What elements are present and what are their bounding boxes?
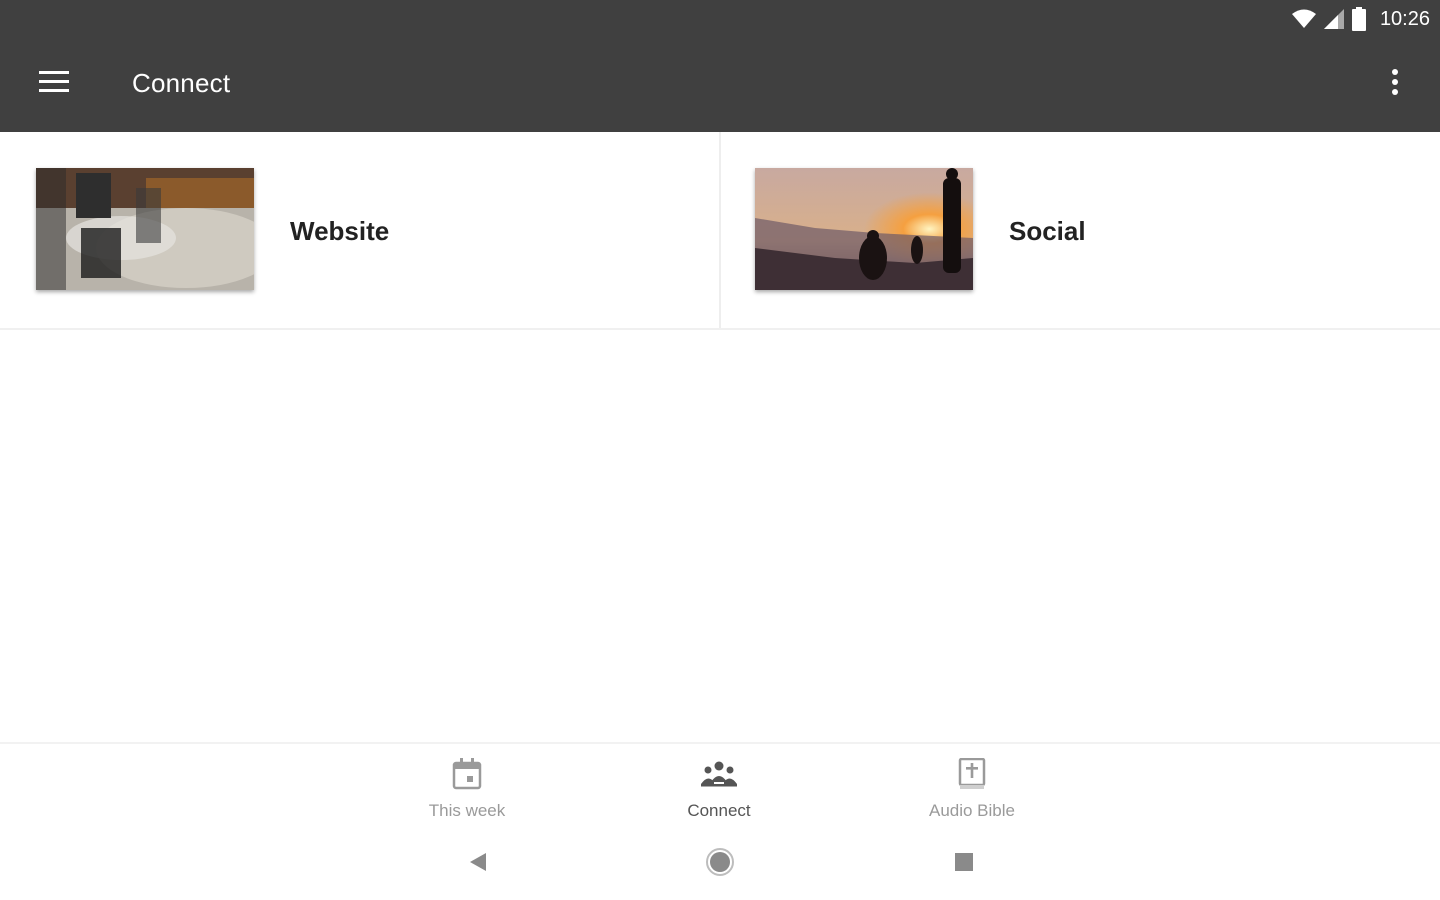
overflow-menu-button[interactable] [1380, 66, 1410, 102]
nav-item-connect[interactable]: Connect [639, 758, 799, 824]
recents-icon [954, 852, 974, 877]
group-icon [700, 758, 738, 795]
cellular-signal-icon [1323, 9, 1344, 29]
social-label: Social [1009, 216, 1086, 246]
system-home-button[interactable] [700, 844, 740, 884]
hamburger-menu-icon [39, 70, 69, 98]
more-vert-icon [1392, 68, 1398, 100]
home-icon [706, 847, 734, 881]
nav-label-audio-bible: Audio Bible [928, 801, 1015, 820]
nav-label-connect: Connect [687, 801, 751, 820]
bible-icon [958, 757, 986, 795]
nav-label-this-week: This week [428, 801, 506, 820]
connect-grid: Website Social [0, 132, 1440, 330]
menu-button[interactable] [34, 66, 74, 102]
living-room-photo [36, 168, 254, 290]
app-bar: 10:26 Connect [0, 0, 1440, 132]
social-card[interactable]: Social [719, 132, 1440, 328]
status-time: 10:26 [1379, 7, 1430, 30]
nav-item-this-week[interactable]: This week [387, 758, 547, 824]
system-navigation [0, 828, 1440, 900]
calendar-icon [452, 758, 482, 795]
website-label: Website [290, 216, 390, 246]
status-bar: 10:26 [1291, 6, 1430, 32]
wifi-icon [1291, 9, 1316, 29]
bottom-navigation: This week Connect Audio Bible [0, 742, 1440, 828]
website-card[interactable]: Website [0, 132, 719, 328]
battery-icon [1351, 7, 1366, 31]
sunset-people-photo [755, 168, 973, 290]
system-back-button[interactable] [458, 844, 498, 884]
page-title: Connect [132, 68, 231, 98]
nav-item-audio-bible[interactable]: Audio Bible [892, 757, 1052, 824]
system-recents-button[interactable] [944, 844, 984, 884]
back-icon [468, 852, 488, 877]
